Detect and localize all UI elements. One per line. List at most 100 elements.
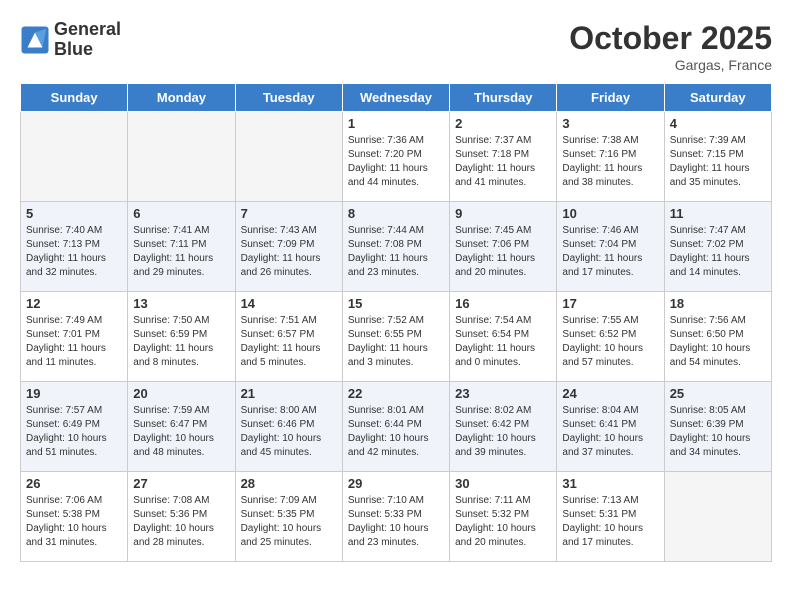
calendar-cell: 2Sunrise: 7:37 AMSunset: 7:18 PMDaylight… bbox=[450, 112, 557, 202]
calendar-week-3: 12 Sunrise: 7:49 AMSunset: 7:01 PMDayligh… bbox=[21, 292, 772, 382]
logo-line2: Blue bbox=[54, 40, 121, 60]
logo: General Blue bbox=[20, 20, 121, 60]
day-number: 27 bbox=[133, 476, 229, 491]
day-number: 20 bbox=[133, 386, 229, 401]
calendar-cell: 13 Sunrise: 7:50 AMSunset: 6:59 PMDayligh… bbox=[128, 292, 235, 382]
day-number: 10 bbox=[562, 206, 658, 221]
weekday-header-monday: Monday bbox=[128, 84, 235, 112]
day-info: Sunrise: 7:10 AMSunset: 5:33 PMDaylight:… bbox=[348, 494, 444, 550]
calendar-cell: 23Sunrise: 8:02 AMSunset: 6:42 PMDayligh… bbox=[450, 382, 557, 472]
day-info: Sunrise: 7:50 AMSunset: 6:59 PMDaylight:… bbox=[133, 314, 229, 370]
day-number: 18 bbox=[670, 296, 766, 311]
calendar-week-1: 1 Sunrise: 7:36 AMSunset: 7:20 PMDaylight… bbox=[21, 112, 772, 202]
title-block: October 2025 Gargas, France bbox=[569, 20, 772, 73]
calendar-cell: 31 Sunrise: 7:13 AMSunset: 5:31 PMDayligh… bbox=[557, 472, 664, 562]
day-number: 8 bbox=[348, 206, 444, 221]
day-number: 24 bbox=[562, 386, 658, 401]
day-number: 23 bbox=[455, 386, 551, 401]
calendar-cell: 16 Sunrise: 7:54 AMSunset: 6:54 PMDayligh… bbox=[450, 292, 557, 382]
day-info: Sunrise: 7:59 AMSunset: 6:47 PMDaylight:… bbox=[133, 404, 229, 460]
weekday-header-thursday: Thursday bbox=[450, 84, 557, 112]
page-header: General Blue October 2025 Gargas, France bbox=[20, 20, 772, 73]
day-number: 2 bbox=[455, 116, 551, 131]
day-number: 6 bbox=[133, 206, 229, 221]
calendar-cell: 1 Sunrise: 7:36 AMSunset: 7:20 PMDaylight… bbox=[342, 112, 449, 202]
weekday-header-sunday: Sunday bbox=[21, 84, 128, 112]
day-info: Sunrise: 7:39 AMSunset: 7:15 PMDaylight:… bbox=[670, 134, 766, 190]
calendar-cell: 17 Sunrise: 7:55 AMSunset: 6:52 PMDayligh… bbox=[557, 292, 664, 382]
day-number: 7 bbox=[241, 206, 337, 221]
day-info: Sunrise: 7:49 AMSunset: 7:01 PMDaylight:… bbox=[26, 314, 122, 370]
day-number: 25 bbox=[670, 386, 766, 401]
day-number: 4 bbox=[670, 116, 766, 131]
logo-line1: General bbox=[54, 20, 121, 40]
calendar-cell: 30 Sunrise: 7:11 AMSunset: 5:32 PMDayligh… bbox=[450, 472, 557, 562]
location: Gargas, France bbox=[569, 57, 772, 73]
day-info: Sunrise: 7:44 AMSunset: 7:08 PMDaylight:… bbox=[348, 224, 444, 280]
day-info: Sunrise: 7:09 AMSunset: 5:35 PMDaylight:… bbox=[241, 494, 337, 550]
day-number: 9 bbox=[455, 206, 551, 221]
calendar-cell: 10Sunrise: 7:46 AMSunset: 7:04 PMDayligh… bbox=[557, 202, 664, 292]
day-number: 19 bbox=[26, 386, 122, 401]
day-info: Sunrise: 8:00 AMSunset: 6:46 PMDaylight:… bbox=[241, 404, 337, 460]
day-number: 13 bbox=[133, 296, 229, 311]
day-info: Sunrise: 7:11 AMSunset: 5:32 PMDaylight:… bbox=[455, 494, 551, 550]
calendar-cell: 4 Sunrise: 7:39 AMSunset: 7:15 PMDaylight… bbox=[664, 112, 771, 202]
day-info: Sunrise: 7:43 AMSunset: 7:09 PMDaylight:… bbox=[241, 224, 337, 280]
calendar-week-4: 19 Sunrise: 7:57 AMSunset: 6:49 PMDayligh… bbox=[21, 382, 772, 472]
day-info: Sunrise: 7:08 AMSunset: 5:36 PMDaylight:… bbox=[133, 494, 229, 550]
day-number: 30 bbox=[455, 476, 551, 491]
logo-icon bbox=[20, 25, 50, 55]
day-number: 17 bbox=[562, 296, 658, 311]
day-number: 3 bbox=[562, 116, 658, 131]
calendar-cell: 21 Sunrise: 8:00 AMSunset: 6:46 PMDayligh… bbox=[235, 382, 342, 472]
weekday-header-saturday: Saturday bbox=[664, 84, 771, 112]
day-number: 26 bbox=[26, 476, 122, 491]
day-number: 22 bbox=[348, 386, 444, 401]
logo-text: General Blue bbox=[54, 20, 121, 60]
calendar-cell: 14 Sunrise: 7:51 AMSunset: 6:57 PMDayligh… bbox=[235, 292, 342, 382]
day-info: Sunrise: 7:57 AMSunset: 6:49 PMDaylight:… bbox=[26, 404, 122, 460]
calendar-cell: 6 Sunrise: 7:41 AMSunset: 7:11 PMDaylight… bbox=[128, 202, 235, 292]
day-number: 1 bbox=[348, 116, 444, 131]
day-number: 28 bbox=[241, 476, 337, 491]
day-number: 12 bbox=[26, 296, 122, 311]
calendar-cell: 29 Sunrise: 7:10 AMSunset: 5:33 PMDayligh… bbox=[342, 472, 449, 562]
day-info: Sunrise: 7:51 AMSunset: 6:57 PMDaylight:… bbox=[241, 314, 337, 370]
calendar-cell: 15Sunrise: 7:52 AMSunset: 6:55 PMDayligh… bbox=[342, 292, 449, 382]
calendar-week-2: 5Sunrise: 7:40 AMSunset: 7:13 PMDaylight… bbox=[21, 202, 772, 292]
calendar-week-5: 26 Sunrise: 7:06 AMSunset: 5:38 PMDayligh… bbox=[21, 472, 772, 562]
day-info: Sunrise: 7:54 AMSunset: 6:54 PMDaylight:… bbox=[455, 314, 551, 370]
day-info: Sunrise: 8:01 AMSunset: 6:44 PMDaylight:… bbox=[348, 404, 444, 460]
day-number: 14 bbox=[241, 296, 337, 311]
month-title: October 2025 bbox=[569, 20, 772, 57]
day-info: Sunrise: 7:06 AMSunset: 5:38 PMDaylight:… bbox=[26, 494, 122, 550]
day-info: Sunrise: 7:56 AMSunset: 6:50 PMDaylight:… bbox=[670, 314, 766, 370]
day-info: Sunrise: 7:55 AMSunset: 6:52 PMDaylight:… bbox=[562, 314, 658, 370]
day-number: 31 bbox=[562, 476, 658, 491]
day-number: 15 bbox=[348, 296, 444, 311]
day-number: 11 bbox=[670, 206, 766, 221]
day-number: 29 bbox=[348, 476, 444, 491]
day-number: 16 bbox=[455, 296, 551, 311]
day-info: Sunrise: 7:36 AMSunset: 7:20 PMDaylight:… bbox=[348, 134, 444, 190]
calendar-cell: 8 Sunrise: 7:44 AMSunset: 7:08 PMDaylight… bbox=[342, 202, 449, 292]
calendar-cell: 27 Sunrise: 7:08 AMSunset: 5:36 PMDayligh… bbox=[128, 472, 235, 562]
day-info: Sunrise: 7:41 AMSunset: 7:11 PMDaylight:… bbox=[133, 224, 229, 280]
calendar-cell: 25 Sunrise: 8:05 AMSunset: 6:39 PMDayligh… bbox=[664, 382, 771, 472]
weekday-header-tuesday: Tuesday bbox=[235, 84, 342, 112]
calendar-cell: 19 Sunrise: 7:57 AMSunset: 6:49 PMDayligh… bbox=[21, 382, 128, 472]
day-info: Sunrise: 8:04 AMSunset: 6:41 PMDaylight:… bbox=[562, 404, 658, 460]
calendar-cell bbox=[235, 112, 342, 202]
calendar-cell: 20 Sunrise: 7:59 AMSunset: 6:47 PMDayligh… bbox=[128, 382, 235, 472]
weekday-header-friday: Friday bbox=[557, 84, 664, 112]
calendar-cell: 12 Sunrise: 7:49 AMSunset: 7:01 PMDayligh… bbox=[21, 292, 128, 382]
calendar-cell: 22 Sunrise: 8:01 AMSunset: 6:44 PMDayligh… bbox=[342, 382, 449, 472]
day-info: Sunrise: 7:38 AMSunset: 7:16 PMDaylight:… bbox=[562, 134, 658, 190]
day-number: 21 bbox=[241, 386, 337, 401]
calendar-cell: 18 Sunrise: 7:56 AMSunset: 6:50 PMDayligh… bbox=[664, 292, 771, 382]
calendar: SundayMondayTuesdayWednesdayThursdayFrid… bbox=[20, 83, 772, 562]
day-info: Sunrise: 8:05 AMSunset: 6:39 PMDaylight:… bbox=[670, 404, 766, 460]
calendar-cell: 3 Sunrise: 7:38 AMSunset: 7:16 PMDaylight… bbox=[557, 112, 664, 202]
day-info: Sunrise: 7:13 AMSunset: 5:31 PMDaylight:… bbox=[562, 494, 658, 550]
